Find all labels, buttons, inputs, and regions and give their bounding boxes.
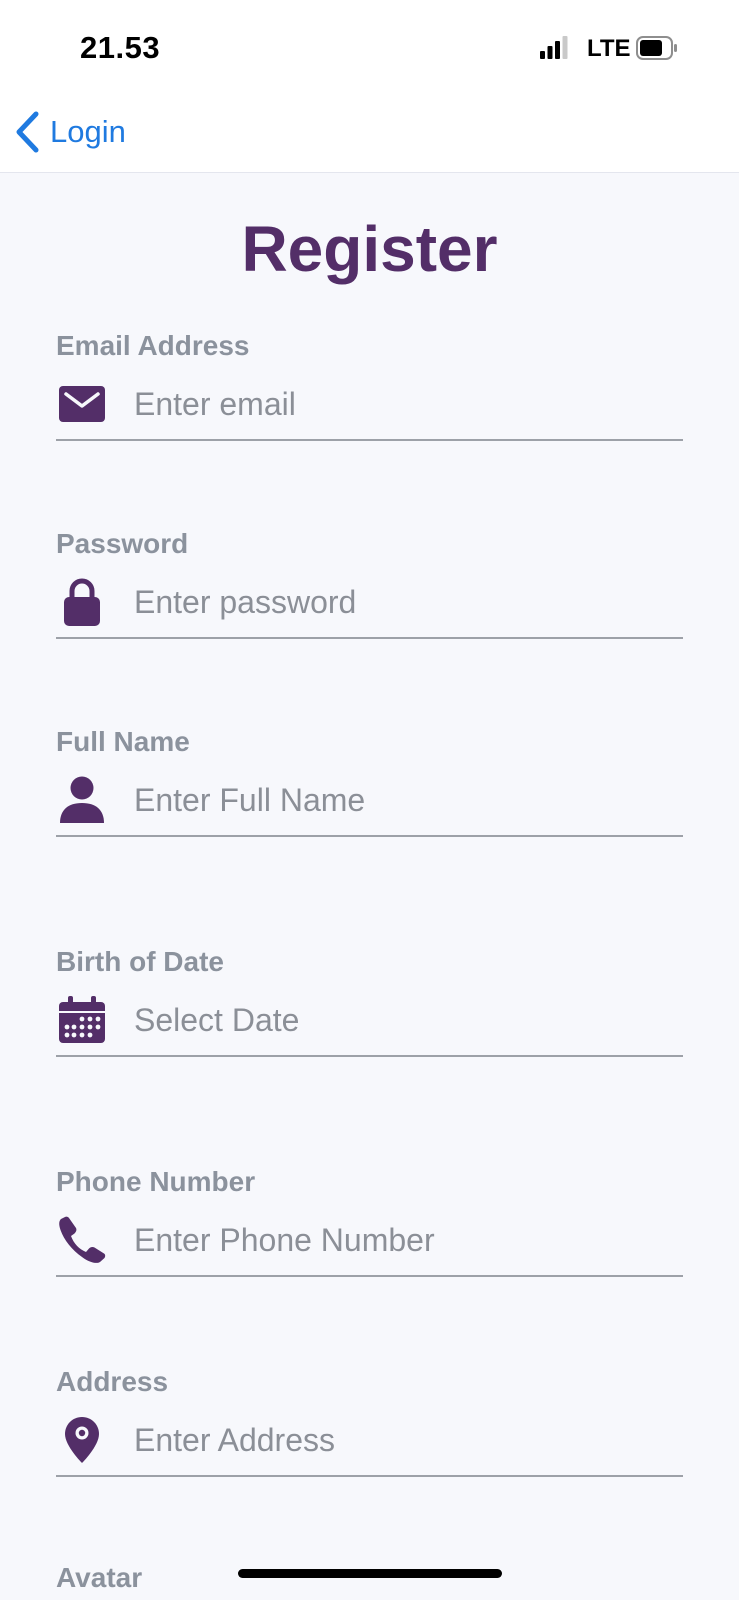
full-name-label: Full Name <box>56 726 190 757</box>
avatar-label: Avatar <box>56 1562 143 1593</box>
network-type: LTE <box>587 35 631 62</box>
full-name-underline <box>56 835 683 837</box>
status-time: 21.53 <box>80 30 161 65</box>
birth-date-input-row[interactable] <box>56 986 683 1056</box>
email-input-row <box>56 370 683 440</box>
envelope-icon <box>56 378 108 430</box>
navigation-bar: Login <box>0 100 739 173</box>
user-icon <box>56 774 108 826</box>
back-button-label: Login <box>50 114 126 149</box>
password-input-row <box>56 568 683 638</box>
back-button[interactable]: Login <box>14 110 126 154</box>
address-input[interactable] <box>134 1418 674 1462</box>
password-underline <box>56 637 683 639</box>
phone-label: Phone Number <box>56 1166 256 1197</box>
phone-icon <box>56 1214 108 1266</box>
phone-field-group: Phone Number <box>56 1164 683 1277</box>
address-field-group: Address <box>56 1364 683 1477</box>
password-label: Password <box>56 528 189 559</box>
address-label: Address <box>56 1366 169 1397</box>
chevron-left-icon <box>16 111 39 153</box>
battery-icon <box>636 36 677 60</box>
password-input[interactable] <box>134 580 674 624</box>
birth-date-field-group: Birth of Date <box>56 944 683 1057</box>
birth-date-input[interactable] <box>134 998 674 1042</box>
birth-date-underline <box>56 1055 683 1057</box>
birth-date-label: Birth of Date <box>56 946 224 977</box>
phone-input[interactable] <box>134 1218 674 1262</box>
calendar-icon <box>56 994 108 1046</box>
email-underline <box>56 439 683 441</box>
full-name-input-row <box>56 766 683 836</box>
phone-underline <box>56 1275 683 1277</box>
status-bar: 21.53 LTE <box>0 0 739 100</box>
avatar-field-group: Avatar <box>56 1560 683 1596</box>
phone-input-row <box>56 1206 683 1276</box>
home-indicator[interactable] <box>238 1569 502 1578</box>
address-underline <box>56 1475 683 1477</box>
email-field-group: Email Address <box>56 328 683 441</box>
full-name-field-group: Full Name <box>56 724 683 837</box>
password-field-group: Password <box>56 526 683 639</box>
map-pin-icon <box>56 1414 108 1466</box>
page-title: Register <box>241 213 498 285</box>
signal-icon <box>540 36 568 59</box>
full-name-input[interactable] <box>134 778 674 822</box>
email-input[interactable] <box>134 382 674 426</box>
lock-icon <box>56 576 108 628</box>
address-input-row <box>56 1406 683 1476</box>
email-label: Email Address <box>56 330 250 361</box>
